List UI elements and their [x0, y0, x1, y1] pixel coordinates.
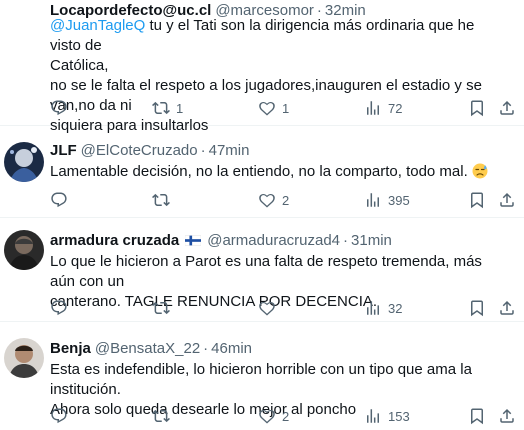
tweet-actions: 32	[50, 298, 516, 318]
share-icon	[500, 300, 514, 315]
retweet-button[interactable]: 1	[152, 98, 183, 118]
reply-button[interactable]	[50, 298, 74, 318]
like-count: 2	[282, 192, 290, 208]
author-name[interactable]: Benja	[50, 340, 91, 357]
author-handle[interactable]: @armaduracruzad4	[207, 232, 340, 249]
share-button[interactable]	[498, 190, 516, 210]
avatar[interactable]	[4, 142, 44, 182]
tweet-header: JLF @ElCoteCruzado · 47min	[50, 140, 249, 160]
retweet-icon	[152, 101, 170, 115]
bookmark-icon	[471, 100, 483, 117]
retweet-button[interactable]	[152, 406, 176, 426]
tweet-line: Lo que le hicieron a Parot es una falta …	[50, 253, 482, 290]
reply-button[interactable]	[50, 406, 74, 426]
separator-dot: ·	[203, 339, 209, 357]
like-button[interactable]: 2	[258, 190, 289, 210]
bookmark-button[interactable]	[468, 298, 486, 318]
view-count: 153	[388, 408, 410, 424]
reply-icon	[51, 300, 67, 316]
reply-icon	[51, 192, 67, 208]
tweet[interactable]: armadura cruzada @armaduracruzad4 · 31mi…	[0, 218, 524, 322]
avatar[interactable]	[4, 230, 44, 270]
timestamp[interactable]: 46min	[211, 340, 252, 357]
share-button[interactable]	[498, 98, 516, 118]
retweet-count: 1	[176, 100, 184, 116]
separator-dot: ·	[343, 231, 349, 249]
tweet-text: Lamentable decisión, no la entiendo, no …	[50, 162, 504, 182]
like-button[interactable]	[258, 298, 282, 318]
bookmark-button[interactable]	[468, 190, 486, 210]
avatar[interactable]	[4, 338, 44, 378]
share-icon	[500, 100, 514, 115]
heart-icon	[259, 101, 275, 116]
tweet-header: Benja @BensataX_22 · 46min	[50, 338, 252, 358]
like-button[interactable]: 2	[258, 406, 289, 426]
heart-icon	[259, 301, 275, 316]
like-count: 1	[282, 100, 290, 116]
tweet-actions: 2 395	[50, 190, 516, 210]
author-name[interactable]: JLF	[50, 142, 77, 159]
mention-link[interactable]: @JuanTagleQ	[50, 17, 145, 34]
timestamp[interactable]: 47min	[209, 142, 250, 159]
tweet-actions: 1 1 72	[50, 98, 516, 118]
avatar-image	[4, 338, 44, 378]
views-button[interactable]: 32	[364, 298, 402, 318]
reply-button[interactable]	[50, 98, 74, 118]
like-button[interactable]: 1	[258, 98, 289, 118]
tweet-text: @JuanTagleQ tu y el Tati son la dirigenc…	[50, 16, 504, 136]
analytics-icon	[367, 409, 379, 423]
sad-sweat-face-icon	[472, 163, 488, 179]
finland-flag-icon	[185, 234, 202, 246]
tweet-line: Lamentable decisión, no la entiendo, no …	[50, 163, 472, 180]
separator-dot: ·	[200, 141, 206, 159]
reply-icon	[51, 408, 67, 424]
retweet-icon	[152, 409, 170, 423]
author-name[interactable]: armadura cruzada	[50, 232, 179, 249]
bookmark-button[interactable]	[468, 406, 486, 426]
avatar-image	[4, 230, 44, 270]
retweet-icon	[152, 301, 170, 315]
bookmark-button[interactable]	[468, 98, 486, 118]
retweet-button[interactable]	[152, 298, 176, 318]
tweet-line: Católica,	[50, 57, 109, 74]
analytics-icon	[367, 301, 379, 315]
reply-icon	[51, 100, 67, 116]
tweet[interactable]: JLF @ElCoteCruzado · 47min Lamentable de…	[0, 126, 524, 218]
author-handle[interactable]: @BensataX_22	[95, 340, 200, 357]
view-count: 72	[388, 100, 403, 116]
heart-icon	[259, 193, 275, 208]
view-count: 395	[388, 192, 410, 208]
tweet-actions: 2 153	[50, 406, 516, 426]
share-icon	[500, 192, 514, 207]
views-button[interactable]: 395	[364, 190, 410, 210]
heart-icon	[259, 409, 275, 424]
view-count: 32	[388, 300, 403, 316]
tweet[interactable]: Locapordefecto@uc.cl @marcesomor · 32min…	[0, 0, 524, 134]
tweet-header: armadura cruzada @armaduracruzad4 · 31mi…	[50, 230, 392, 250]
tweet-line: Esta es indefendible, lo hicieron horrib…	[50, 361, 472, 398]
views-button[interactable]: 72	[364, 98, 402, 118]
reply-button[interactable]	[50, 190, 74, 210]
bookmark-icon	[471, 408, 483, 425]
bookmark-icon	[471, 192, 483, 209]
tweet[interactable]: Benja @BensataX_22 · 46min Esta es indef…	[0, 322, 524, 430]
share-icon	[500, 408, 514, 423]
analytics-icon	[367, 193, 379, 207]
timestamp[interactable]: 31min	[351, 232, 392, 249]
avatar-image	[4, 142, 44, 182]
views-button[interactable]: 153	[364, 406, 410, 426]
analytics-icon	[367, 101, 379, 115]
share-button[interactable]	[498, 406, 516, 426]
author-handle[interactable]: @ElCoteCruzado	[81, 142, 198, 159]
like-count: 2	[282, 408, 290, 424]
share-button[interactable]	[498, 298, 516, 318]
bookmark-icon	[471, 300, 483, 317]
retweet-button[interactable]	[152, 190, 176, 210]
retweet-icon	[152, 193, 170, 207]
